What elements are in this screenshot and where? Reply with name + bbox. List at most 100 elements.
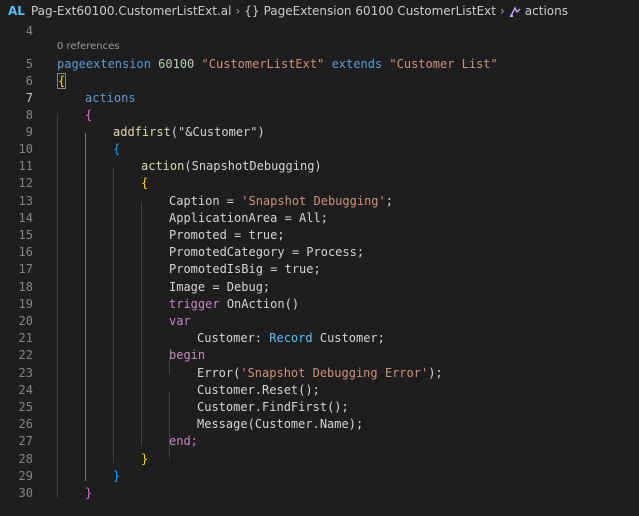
line-number: 13 <box>18 194 33 208</box>
code-line: 14 ApplicationArea = All; <box>0 210 639 227</box>
paren: ( <box>247 417 255 431</box>
line-number: 4 <box>25 24 33 38</box>
brace-close: } <box>85 486 93 500</box>
line-number: 14 <box>18 211 33 225</box>
action-icon <box>509 5 522 18</box>
method: FindFirst <box>262 400 328 414</box>
identifier: SnapshotDebugging <box>191 159 315 173</box>
code-line: 7 actions <box>0 90 639 107</box>
code-text: Promoted = true; <box>169 228 285 242</box>
identifier: Customer: <box>197 331 270 345</box>
identifier: Customer. <box>197 383 263 397</box>
keyword: end; <box>169 434 198 448</box>
code-line: 20 var <box>0 313 639 330</box>
code-line: 4 <box>0 23 639 40</box>
line-number: 9 <box>25 125 33 139</box>
breadcrumb-member[interactable]: actions <box>525 4 568 18</box>
punct: ; <box>385 194 393 208</box>
breadcrumb-file[interactable]: Pag-Ext60100.CustomerListExt.al <box>31 4 232 18</box>
property: Caption = <box>169 194 242 208</box>
string: 'Snapshot Debugging' <box>241 194 386 208</box>
code-line: 15 Promoted = true; <box>0 227 639 244</box>
code-line: 17 PromotedIsBig = true; <box>0 261 639 278</box>
line-number: 27 <box>18 434 33 448</box>
identifier: Message <box>197 417 248 431</box>
identifier: "&Customer" <box>178 125 258 139</box>
line-number: 5 <box>25 57 33 71</box>
al-file-icon: AL <box>8 4 25 18</box>
breadcrumb-symbol[interactable]: PageExtension 60100 CustomerListExt <box>264 4 496 18</box>
brace-open: { <box>113 142 121 156</box>
code-text: addfirst("&Customer") <box>113 124 265 141</box>
line-number: 18 <box>18 280 33 294</box>
brace-open: { <box>141 176 149 190</box>
identifier: "CustomerListExt" <box>201 57 325 71</box>
code-line: 10 { <box>0 141 639 158</box>
code-text: Error('Snapshot Debugging Error'); <box>197 365 443 382</box>
line-number: 20 <box>18 314 33 328</box>
code-line: 12 { <box>0 175 639 192</box>
line-number: 6 <box>25 74 33 88</box>
line-number: 8 <box>25 108 33 122</box>
line-number: 30 <box>18 486 33 500</box>
paren: ( <box>170 125 179 139</box>
chevron-right-icon: › <box>499 4 505 18</box>
punct: ; <box>377 331 385 345</box>
paren: ) <box>314 159 322 173</box>
code-line: 26 Message(Customer.Name); <box>0 416 639 433</box>
code-line: 16 PromotedCategory = Process; <box>0 244 639 261</box>
identifier: OnAction <box>226 297 285 311</box>
code-line: 19 trigger OnAction() <box>0 296 639 313</box>
code-text: Customer.Reset(); <box>197 382 320 399</box>
identifier: Customer <box>319 331 378 345</box>
code-line: 13 Caption = 'Snapshot Debugging'; <box>0 193 639 210</box>
code-text: } <box>85 485 92 502</box>
code-editor[interactable]: 4 0 references 5 pageextension 60100 "Cus… <box>0 22 639 516</box>
code-text: action(SnapshotDebugging) <box>141 158 322 175</box>
code-text: PromotedCategory = Process; <box>169 245 365 259</box>
code-line: 23 Error('Snapshot Debugging Error'); <box>0 365 639 382</box>
code-line: 8{ <box>0 107 639 124</box>
code-text: begin <box>169 347 205 364</box>
function: action <box>141 159 185 173</box>
function: addfirst <box>113 125 171 139</box>
paren: (); <box>298 383 320 397</box>
braces-icon: {} <box>244 4 260 18</box>
code-line: 28} <box>0 451 639 468</box>
code-text: PromotedIsBig = true; <box>169 262 321 276</box>
line-number: 21 <box>18 331 33 345</box>
breadcrumb: AL Pag-Ext60100.CustomerListExt.al › {} … <box>0 0 639 22</box>
line-number: 19 <box>18 297 33 311</box>
code-line: 27 end; <box>0 433 639 450</box>
code-line: 29} <box>0 468 639 485</box>
paren: ) <box>257 125 265 139</box>
paren: ); <box>428 366 443 380</box>
method: Reset <box>262 383 299 397</box>
code-line: 25 Customer.FindFirst(); <box>0 399 639 416</box>
keyword: pageextension <box>57 57 151 71</box>
code-line: 11 action(SnapshotDebugging) <box>0 158 639 175</box>
code-line: 18 Image = Debug; <box>0 279 639 296</box>
code-text: actions <box>85 90 136 107</box>
code-text: Message(Customer.Name); <box>197 416 363 433</box>
line-number: 23 <box>18 366 33 380</box>
paren: (); <box>327 400 349 414</box>
line-number: 28 <box>18 452 33 466</box>
brace-close: } <box>141 452 149 466</box>
identifier: Customer. <box>197 400 263 414</box>
paren: () <box>284 297 300 311</box>
brace-open: { <box>57 73 67 89</box>
code-text: } <box>113 468 120 485</box>
number: 60100 <box>158 57 195 71</box>
code-text: { <box>85 107 92 124</box>
line-number: 29 <box>18 469 33 483</box>
line-number: 22 <box>18 348 33 362</box>
identifier: Customer.Name <box>254 417 349 431</box>
identifier: "Customer List" <box>389 57 498 71</box>
codelens-references[interactable]: 0 references <box>57 40 120 54</box>
code-line: 21 Customer: Record Customer; <box>0 330 639 347</box>
identifier: Error <box>197 366 234 380</box>
